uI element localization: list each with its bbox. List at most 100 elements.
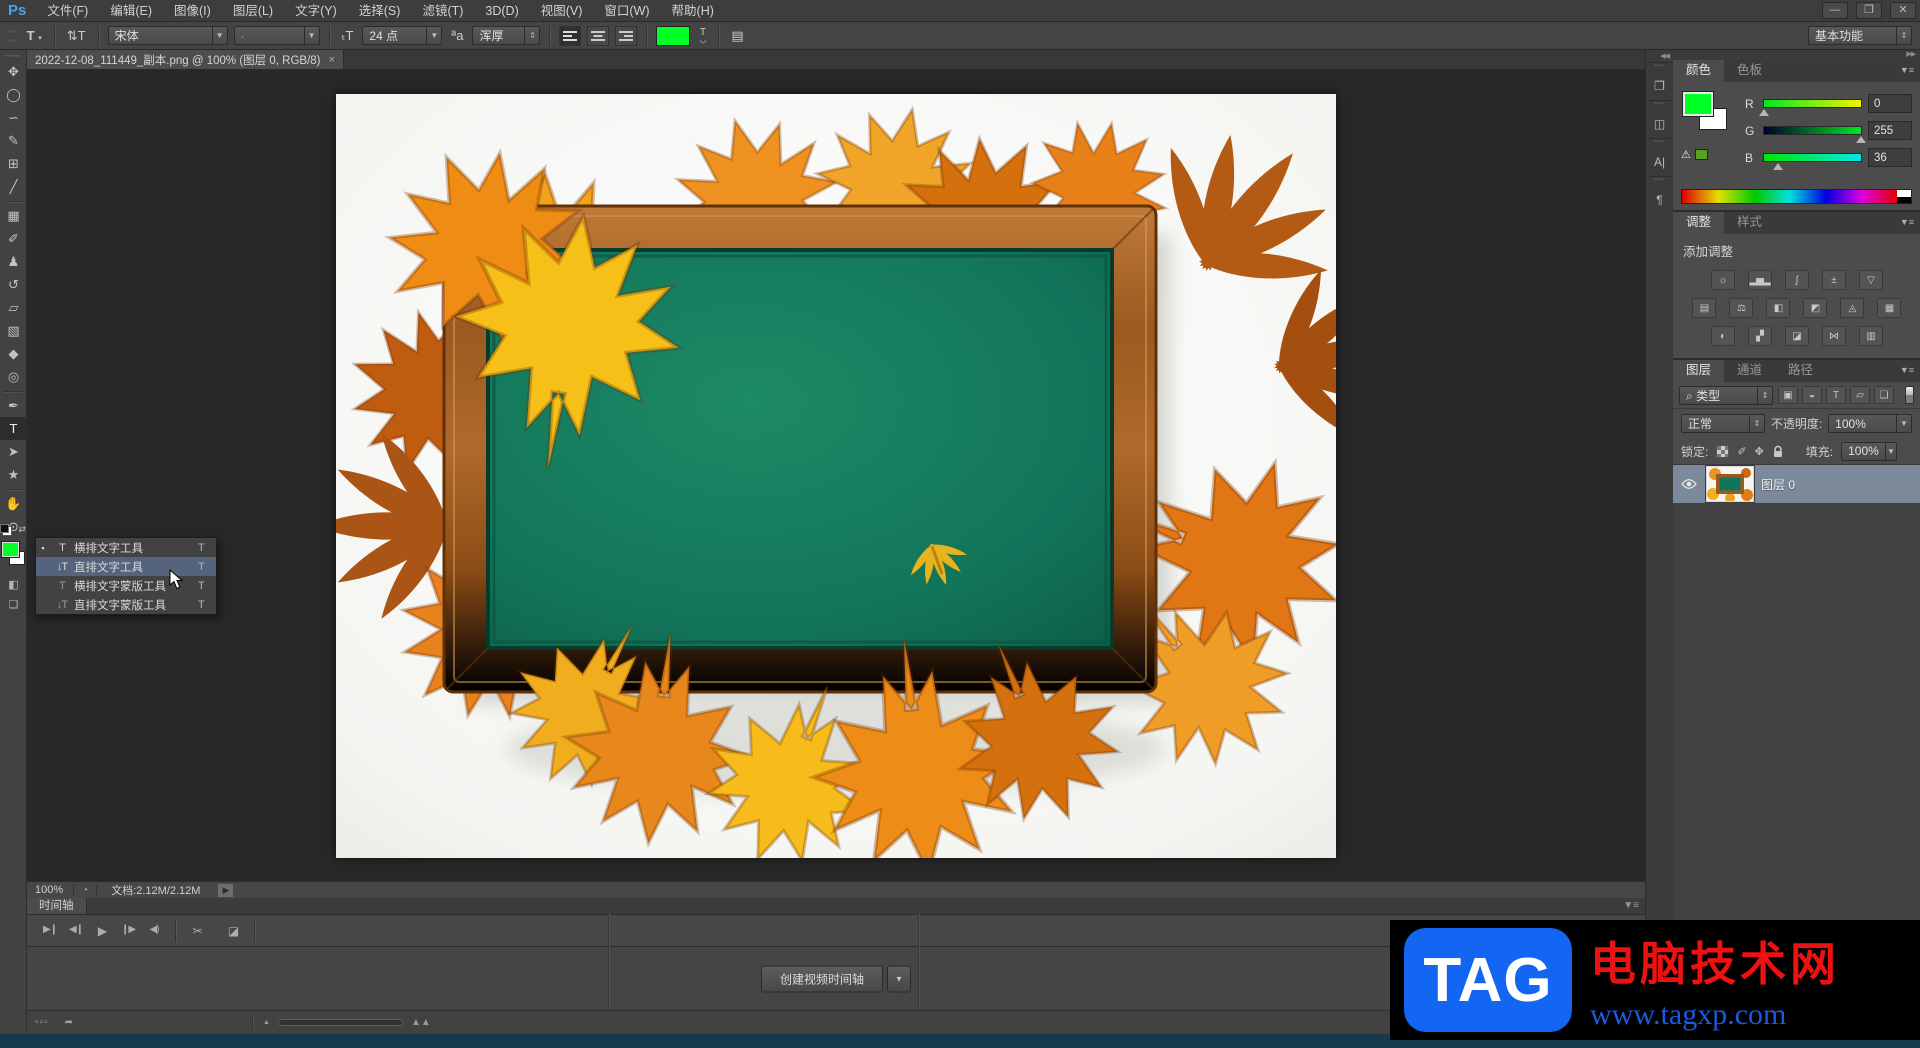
panel-tab[interactable]: 调整 xyxy=(1673,212,1724,234)
panel-tab[interactable]: 图层 xyxy=(1673,360,1724,382)
filter-adjustment-layers-icon[interactable]: ◒ xyxy=(1802,386,1822,404)
gamut-safe-swatch[interactable] xyxy=(1695,149,1708,160)
channel-value-field[interactable]: 36 xyxy=(1868,148,1912,167)
channel-value-field[interactable]: 0 xyxy=(1868,94,1912,113)
spectrum-ramp[interactable] xyxy=(1682,190,1897,203)
channel-slider-track[interactable] xyxy=(1763,126,1862,135)
color-lookup-icon[interactable]: ▦ xyxy=(1877,298,1901,318)
menu-item[interactable]: 图像(I) xyxy=(163,0,222,22)
status-flyout-button[interactable]: ▶ xyxy=(218,884,233,897)
expand-dock-icon[interactable]: ▶▶ xyxy=(1673,50,1920,60)
align-center-button[interactable] xyxy=(587,26,609,46)
menu-item-horizontal-type-mask[interactable]: T 横排文字蒙版工具 T xyxy=(36,576,216,595)
channel-mixer-icon[interactable]: ◬ xyxy=(1840,298,1864,318)
create-timeline-dropdown[interactable]: ▼ xyxy=(887,965,911,992)
vibrance-icon[interactable]: ▽ xyxy=(1859,270,1883,290)
crop-tool[interactable]: ⊞ xyxy=(0,152,27,175)
text-orientation-toggle[interactable]: ⇅T xyxy=(64,28,89,44)
scissors-icon[interactable]: ✂ xyxy=(184,924,210,938)
quick-mask-button[interactable]: ◧ xyxy=(0,574,27,594)
menu-item[interactable]: 文件(F) xyxy=(36,0,99,22)
gradient-map-icon[interactable]: ⋈ xyxy=(1822,326,1846,346)
opacity-select[interactable]: 100%▼ xyxy=(1828,414,1912,433)
panel-tab[interactable]: 色板 xyxy=(1724,60,1775,82)
move-tool[interactable]: ✥ xyxy=(0,60,27,83)
eyedropper-tool[interactable]: ╱ xyxy=(0,175,27,198)
layer-visibility-toggle[interactable] xyxy=(1679,479,1699,489)
color-balance-icon[interactable]: ⚖ xyxy=(1729,298,1753,318)
screen-mode-button[interactable]: ❏ xyxy=(0,594,27,614)
filter-type-layers-icon[interactable]: T xyxy=(1826,386,1846,404)
hand-tool[interactable]: ✋ xyxy=(0,492,27,515)
dodge-tool[interactable]: ◎ xyxy=(0,365,27,388)
menu-item-horizontal-type[interactable]: ▪ T 横排文字工具 T xyxy=(36,538,216,557)
properties-panel-icon[interactable]: ▪▪▪▪▪ ◫ xyxy=(1646,100,1673,138)
exposure-icon[interactable]: ± xyxy=(1822,270,1846,290)
lock-transparency-button[interactable] xyxy=(1716,445,1729,458)
document-tab[interactable]: 2022-12-08_111449_副本.png @ 100% (图层 0, R… xyxy=(27,50,344,69)
slider-handle[interactable] xyxy=(1773,163,1783,170)
gamut-warning[interactable]: ⚠ xyxy=(1681,148,1708,161)
font-family-select[interactable]: 宋体▼ xyxy=(108,26,228,45)
align-left-button[interactable] xyxy=(559,26,581,46)
color-ramp[interactable] xyxy=(1681,189,1912,204)
layer-row[interactable]: 图层 0 xyxy=(1673,465,1920,503)
history-brush-tool[interactable]: ↺ xyxy=(0,273,27,296)
next-frame-button[interactable]: ❙▶ xyxy=(115,924,141,938)
threshold-icon[interactable]: ◪ xyxy=(1785,326,1809,346)
character-panel-icon[interactable]: ▪▪▪▪▪ A| xyxy=(1646,138,1673,176)
menu-item[interactable]: 帮助(H) xyxy=(661,0,725,22)
canvas-image[interactable] xyxy=(336,94,1336,858)
workspace-select[interactable]: 基本功能⇕ xyxy=(1808,26,1912,45)
paragraph-panel-icon[interactable]: ▪▪▪▪▪ ¶ xyxy=(1646,176,1673,214)
align-right-button[interactable] xyxy=(615,26,637,46)
play-button[interactable]: ▶ xyxy=(89,924,115,938)
filter-smart-objects-icon[interactable]: ❏ xyxy=(1874,386,1894,404)
filter-shape-layers-icon[interactable]: ▱ xyxy=(1850,386,1870,404)
render-video-icon[interactable]: ➦ xyxy=(57,1017,82,1028)
posterize-icon[interactable]: ▞ xyxy=(1748,326,1772,346)
previous-frame-button[interactable]: ◀❙ xyxy=(63,924,89,938)
path-selection-tool[interactable]: ➤ xyxy=(0,440,27,463)
menu-item[interactable]: 3D(D) xyxy=(474,0,529,22)
quick-selection-tool[interactable]: ✎ xyxy=(0,129,27,152)
panel-menu-icon[interactable]: ▼≡ xyxy=(1900,217,1914,227)
menu-item[interactable]: 选择(S) xyxy=(348,0,412,22)
marquee-tool[interactable]: ◯ xyxy=(0,83,27,106)
black-swatch[interactable] xyxy=(1897,197,1911,204)
eraser-tool[interactable]: ▱ xyxy=(0,296,27,319)
menu-item[interactable]: 文字(Y) xyxy=(284,0,348,22)
transition-icon[interactable]: ◪ xyxy=(220,924,246,938)
panel-tab[interactable]: 通道 xyxy=(1724,360,1775,382)
swap-colors-icon[interactable]: ⇄ xyxy=(18,524,26,535)
timeline-tab[interactable]: 时间轴 xyxy=(27,898,87,914)
layer-filter-toggle[interactable] xyxy=(1905,386,1914,404)
lasso-tool[interactable]: ∽ xyxy=(0,106,27,129)
lock-all-button[interactable] xyxy=(1772,445,1784,458)
foreground-color-swatch[interactable] xyxy=(2,542,19,557)
default-colors-icon[interactable] xyxy=(2,526,12,536)
filter-pixel-layers-icon[interactable]: ▣ xyxy=(1778,386,1798,404)
fill-select[interactable]: 100%▼ xyxy=(1841,442,1897,461)
channel-value-field[interactable]: 255 xyxy=(1868,121,1912,140)
menu-item[interactable]: 滤镜(T) xyxy=(411,0,474,22)
black-white-icon[interactable]: ◧ xyxy=(1766,298,1790,318)
layer-filter-select[interactable]: ⌕ 类型 ⇕ xyxy=(1679,386,1773,405)
zoom-out-icon[interactable]: ▲ xyxy=(263,1019,270,1026)
levels-icon[interactable]: ▂▅▂ xyxy=(1748,270,1772,290)
font-style-select[interactable]: -▼ xyxy=(234,26,320,45)
menu-item-vertical-type[interactable]: ↓T 直排文字工具 T xyxy=(36,557,216,576)
gradient-tool[interactable]: ▧ xyxy=(0,319,27,342)
pen-tool[interactable]: ✒ xyxy=(0,394,27,417)
slider-handle[interactable] xyxy=(1759,109,1769,116)
panel-menu-icon[interactable]: ▼≡ xyxy=(1900,65,1914,75)
invert-icon[interactable]: ◐ xyxy=(1711,326,1735,346)
tool-preset-picker[interactable]: T ▾ xyxy=(24,28,45,43)
panel-tab[interactable]: 样式 xyxy=(1724,212,1775,234)
close-tab-icon[interactable]: × xyxy=(329,54,335,66)
custom-shape-tool[interactable]: ★ xyxy=(0,463,27,486)
font-size-select[interactable]: 24 点▼ xyxy=(362,26,442,45)
channel-slider-track[interactable] xyxy=(1763,99,1862,108)
zoom-in-icon[interactable]: ▲▲ xyxy=(411,1017,431,1028)
zoom-slider-track[interactable] xyxy=(278,1019,403,1026)
